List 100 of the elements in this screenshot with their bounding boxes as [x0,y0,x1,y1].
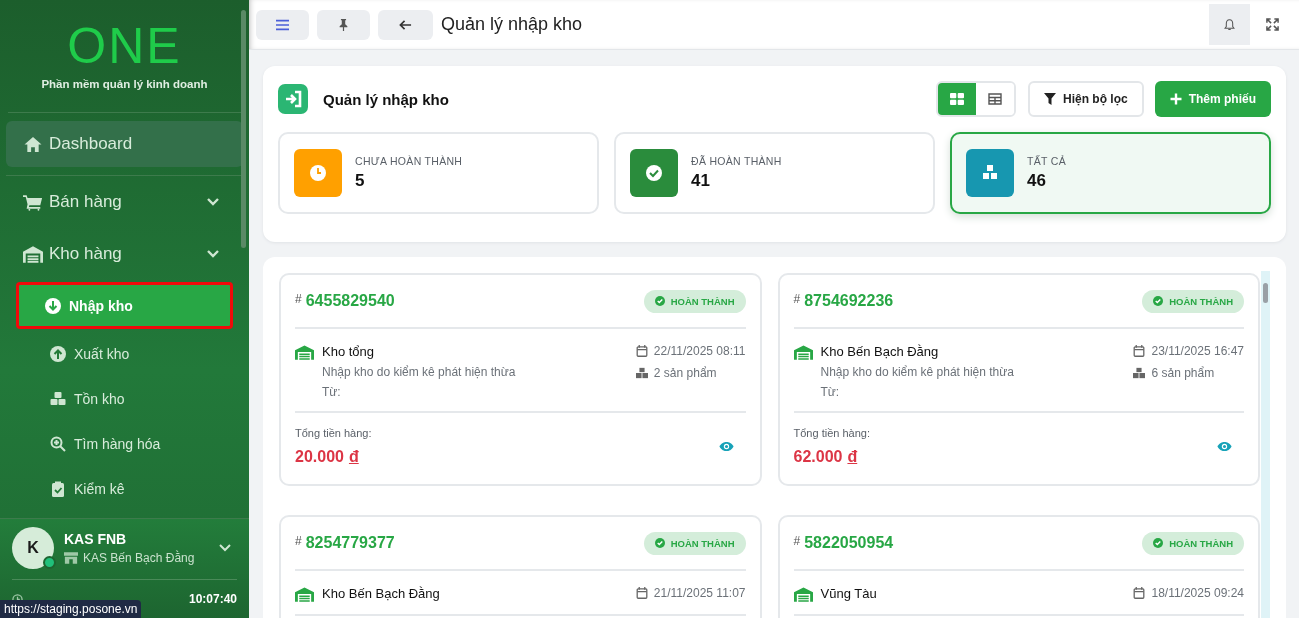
status-badge: HOÀN THÀNH [643,531,746,555]
total-amount: 62.000 [793,448,843,466]
status-badge: HOÀN THÀNH [1142,289,1244,313]
hash-sign: # [295,534,302,548]
add-button[interactable]: Thêm phiếu [1154,81,1271,117]
hash-sign: # [295,292,302,306]
calendar-icon [635,587,648,599]
receipt-code[interactable]: 8754692236 [804,292,894,310]
receipt-code[interactable]: 8254779377 [305,534,395,552]
grid-view-button[interactable] [938,83,976,115]
receipt-note: Nhập kho do kiểm kê phát hiện thừa [820,365,1015,379]
total-label: Tổng tiền hàng: [793,427,871,439]
source-label: Từ: [322,385,342,399]
warehouse-name: Vũng Tàu [820,586,878,601]
user-name: KAS FNB [64,531,128,547]
filter-button[interactable]: Hiện bộ lọc [1028,81,1144,117]
table-icon [988,93,1002,105]
product-count: 2 sản phẩm [653,366,717,380]
stat-card[interactable]: TẤT CẢ 46 [950,132,1271,214]
home-icon [23,135,43,153]
page-title: Quản lý nhập kho [441,14,584,35]
warehouse-icon [295,345,314,360]
store-icon [64,552,78,564]
stat-value: 41 [691,171,711,191]
plus-icon [1169,93,1182,105]
stat-value: 46 [1027,171,1047,191]
boxes-icon [635,367,648,379]
menu-button[interactable] [256,9,309,40]
receipt-code[interactable]: 6455829540 [305,292,395,310]
calendar-icon [635,345,648,357]
submenu-item[interactable]: Nhập kho [16,282,233,329]
receipt-date: 23/11/2025 16:47 [1151,344,1244,358]
stat-label: CHƯA HOÀN THÀNH [355,155,463,167]
menu-icon [276,18,289,31]
stat-card[interactable]: CHƯA HOÀN THÀNH 5 [278,132,599,214]
stat-label: ĐÃ HOÀN THÀNH [691,155,782,167]
scrollbar[interactable] [241,10,246,248]
product-count: 6 sản phẩm [1151,366,1215,380]
receipt-note: Nhập kho do kiểm kê phát hiện thừa [322,365,517,379]
hash-sign: # [793,534,801,548]
menu-item[interactable]: Dashboard [6,121,243,167]
filter-icon [1044,93,1056,105]
submenu-item[interactable]: Tìm hàng hóa [16,421,233,466]
total-amount: 20.000 [295,448,344,466]
clipboard-icon [50,480,66,497]
warehouse-icon [793,587,813,602]
fullscreen-icon[interactable] [1266,18,1279,31]
source-label: Từ: [820,385,841,399]
warehouse-icon [295,587,314,602]
chevron-icon [207,250,219,258]
avatar: K [12,527,54,569]
logo: ONE [67,18,182,74]
receipt-date: 22/11/2025 08:11 [653,344,746,358]
notification-button[interactable] [1209,4,1250,45]
total-label: Tổng tiền hàng: [295,427,373,439]
panel-title: Quản lý nhập kho [323,90,449,108]
arrow-left-icon [399,18,412,31]
pin-icon [337,18,350,31]
upload-icon [50,345,66,362]
currency-symbol: đ [847,448,858,466]
chevron-icon[interactable] [219,544,231,552]
stat-label: TẤT CẢ [1027,155,1066,167]
status-badge: HOÀN THÀNH [1142,531,1244,555]
bell-icon [1223,18,1236,31]
back-button[interactable] [378,9,433,40]
cart-icon [23,193,43,211]
sign-in-icon [278,84,308,114]
warehouse-name: Kho tổng [322,344,376,359]
receipt-date: 21/11/2025 11:07 [653,586,746,600]
submenu-item[interactable]: Xuất kho [16,331,233,376]
system-time: 10:07:40 [188,592,237,606]
menu-item[interactable]: Kho hàng [0,228,249,280]
store-name: KAS Bến Bạch Đằng [83,551,195,565]
receipt-code[interactable]: 5822050954 [804,534,894,552]
boxes-icon [50,390,66,407]
calendar-icon [1133,345,1146,357]
download-icon [45,297,61,314]
tagline: Phần mềm quản lý kinh doanh [41,78,208,90]
menu-item[interactable]: Bán hàng [0,176,249,228]
scrollbar[interactable] [1261,271,1270,618]
stat-value: 5 [355,171,366,191]
view-icon[interactable] [1217,441,1232,452]
view-icon[interactable] [718,441,734,452]
zoom-icon [50,435,66,452]
hash-sign: # [793,292,801,306]
pin-button[interactable] [317,9,370,40]
grid-icon [950,93,964,105]
link-url-tooltip: https://staging.posone.vn [0,600,142,618]
currency-symbol: đ [348,448,359,466]
submenu-item[interactable]: Tồn kho [16,376,233,421]
status-badge: HOÀN THÀNH [643,289,746,313]
warehouse-icon [23,245,43,263]
warehouse-icon [793,345,813,360]
warehouse-name: Kho Bến Bạch Đằng [322,586,441,601]
boxes-icon [1133,367,1146,379]
stat-card[interactable]: ĐÃ HOÀN THÀNH 41 [614,132,935,214]
receipt-date: 18/11/2025 09:24 [1151,586,1244,600]
chevron-icon [207,198,219,206]
submenu-item[interactable]: Kiểm kê [16,466,233,511]
calendar-icon [1133,587,1146,599]
